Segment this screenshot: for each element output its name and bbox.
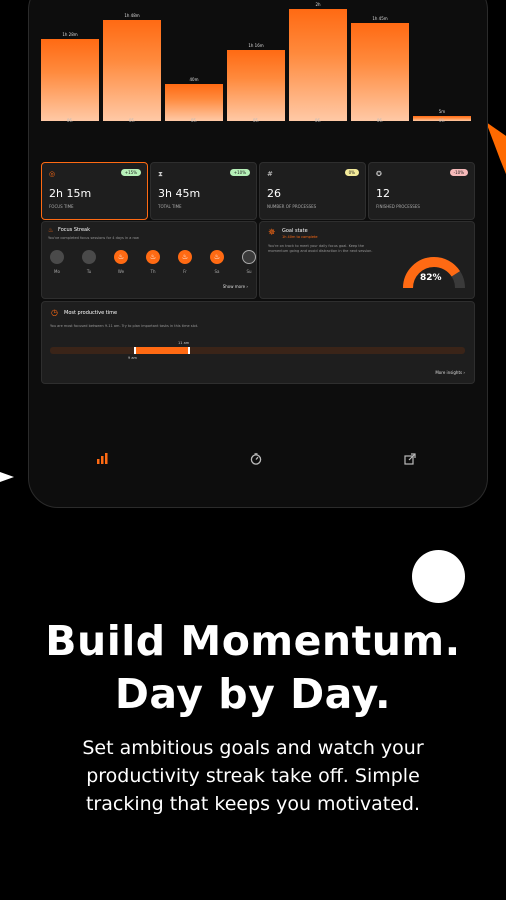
bar-value-label: 1h 28m bbox=[62, 31, 78, 37]
subheadline-line-1: Set ambitious goals and watch your bbox=[82, 737, 424, 759]
target-icon: ✵ bbox=[268, 228, 276, 238]
decorative-arrow-shape bbox=[0, 472, 14, 482]
x-tick-label: 06. bbox=[314, 118, 322, 123]
hash-icon: # bbox=[267, 170, 273, 178]
stat-label: FOCUS TIME bbox=[49, 204, 74, 209]
daily-focus-bar-chart: 1h 28m 1h 48m 40m 1h 16m 2h 1h 45m 5m bbox=[41, 1, 471, 121]
streak-day-dot: ♨ bbox=[178, 250, 192, 264]
stat-label: FINISHED PROCESSES bbox=[376, 204, 420, 209]
x-tick-label: 06. bbox=[66, 118, 74, 123]
bar-value-label: 5m bbox=[438, 109, 446, 115]
streak-title: Focus Streak bbox=[58, 227, 90, 233]
timer-icon[interactable] bbox=[250, 453, 262, 468]
decorative-orange-shape bbox=[486, 122, 506, 184]
x-tick-label: 06. bbox=[376, 118, 384, 123]
streak-day-label: Sa bbox=[214, 269, 220, 274]
subheadline-line-2: productivity streak take off. Simple bbox=[86, 765, 420, 787]
export-icon[interactable] bbox=[404, 453, 416, 468]
hourglass-icon: ⧗ bbox=[158, 170, 163, 178]
range-end-label: 11 am bbox=[178, 341, 190, 345]
focus-icon: ◎ bbox=[49, 170, 56, 178]
bar-value-label: 1h 45m bbox=[372, 16, 388, 21]
focus-streak-card: ♨ Focus Streak You've completed focus se… bbox=[41, 221, 257, 299]
streak-day-dot: ♨ bbox=[210, 250, 224, 264]
bar-value-label: 1h 16m bbox=[248, 43, 264, 49]
headline-line-1: Build Momentum. bbox=[45, 617, 461, 665]
time-range-track bbox=[50, 347, 465, 354]
streak-day-dot: ♨ bbox=[114, 250, 128, 264]
subheadline-line-3: tracking that keeps you motivated. bbox=[85, 793, 421, 815]
x-tick-label: 05. bbox=[252, 118, 260, 123]
range-start-label: 9 am bbox=[128, 356, 137, 360]
streak-day-dot bbox=[82, 250, 96, 264]
stat-badge: -10% bbox=[449, 169, 468, 176]
stat-label: NUMBER OF PROCESSES bbox=[267, 204, 317, 209]
stat-card-focus-time[interactable]: ◎ +15% 2h 15m FOCUS TIME bbox=[41, 162, 148, 220]
bar-fill bbox=[165, 83, 223, 121]
streak-day-label: We bbox=[117, 269, 125, 274]
check-badge-icon: ✪ bbox=[376, 170, 382, 178]
streak-day-label: Tu bbox=[86, 269, 92, 274]
chart-bar[interactable]: 40m bbox=[165, 1, 223, 121]
bar-value-label: 1h 48m bbox=[124, 13, 140, 19]
stat-card-finished-processes[interactable]: ✪ -10% 12 FINISHED PROCESSES bbox=[368, 162, 475, 220]
chart-bar[interactable]: 1h 48m bbox=[103, 1, 161, 121]
flame-icon: ♨ bbox=[48, 227, 54, 234]
goal-text: You're on track to meet your daily focus… bbox=[268, 244, 373, 253]
x-tick-label: 06. bbox=[438, 118, 446, 123]
phone-frame: 1h 28m 1h 48m 40m 1h 16m 2h 1h 45m 5m 06. 05. 05… bbox=[28, 0, 488, 508]
goal-gauge bbox=[403, 257, 465, 289]
time-range-fill bbox=[134, 347, 190, 354]
x-tick-label: 05. bbox=[190, 118, 198, 123]
streak-text: You've completed focus sessions for 4 da… bbox=[48, 236, 139, 240]
stat-badge: +15% bbox=[120, 169, 141, 176]
goal-subtitle: 1h 40m to complete bbox=[282, 235, 318, 239]
stat-card-total-time[interactable]: ⧗ +10% 3h 45m TOTAL TIME bbox=[150, 162, 257, 220]
bar-fill bbox=[41, 38, 99, 121]
bar-fill bbox=[351, 23, 409, 121]
headline-line-2: Day by Day. bbox=[114, 670, 392, 718]
bar-fill bbox=[227, 50, 285, 121]
streak-day-dot bbox=[242, 250, 256, 264]
streak-day-label: Mo bbox=[54, 269, 60, 274]
more-insights-link[interactable]: More insights › bbox=[435, 370, 465, 375]
streak-day-label: Su bbox=[246, 269, 252, 274]
productive-time-card: ◷ Most productive time You are most focu… bbox=[41, 301, 475, 384]
stat-value: 26 bbox=[267, 187, 281, 200]
clock-icon: ◷ bbox=[51, 308, 58, 317]
stat-badge: 0% bbox=[344, 169, 359, 176]
bar-fill bbox=[289, 9, 347, 121]
stat-badge: +10% bbox=[229, 169, 250, 176]
decorative-white-circle bbox=[412, 550, 465, 603]
stat-card-processes[interactable]: # 0% 26 NUMBER OF PROCESSES bbox=[259, 162, 366, 220]
bar-value-label: 40m bbox=[189, 76, 199, 82]
streak-day-dot bbox=[50, 250, 64, 264]
chart-bar[interactable]: 1h 16m bbox=[227, 1, 285, 121]
streak-day-label: Fr bbox=[183, 269, 187, 274]
goal-state-card: ✵ Goal state 1h 40m to complete You're o… bbox=[259, 221, 475, 299]
streak-day-label: Th bbox=[150, 269, 156, 274]
show-more-link[interactable]: Show more › bbox=[223, 284, 248, 289]
chart-bar[interactable]: 1h 45m bbox=[351, 1, 409, 121]
chart-bar[interactable]: 1h 28m bbox=[41, 1, 99, 121]
x-tick-label: 05. bbox=[128, 118, 136, 123]
chart-bar[interactable]: 5m bbox=[413, 1, 471, 121]
stat-value: 12 bbox=[376, 187, 390, 200]
bar-fill bbox=[103, 20, 161, 121]
bar-chart-icon[interactable] bbox=[96, 453, 108, 467]
streak-day-dot: ♨ bbox=[146, 250, 160, 264]
productive-title: Most productive time bbox=[64, 310, 118, 316]
goal-percent: 82% bbox=[420, 273, 442, 283]
stat-value: 3h 45m bbox=[158, 187, 201, 200]
stat-label: TOTAL TIME bbox=[158, 204, 182, 209]
productive-text: You are most focused between 9-11 am. Tr… bbox=[50, 324, 199, 328]
goal-title: Goal state bbox=[282, 228, 308, 234]
stat-value: 2h 15m bbox=[49, 187, 92, 200]
chart-bar[interactable]: 2h bbox=[289, 1, 347, 121]
bar-value-label: 2h bbox=[315, 2, 321, 7]
